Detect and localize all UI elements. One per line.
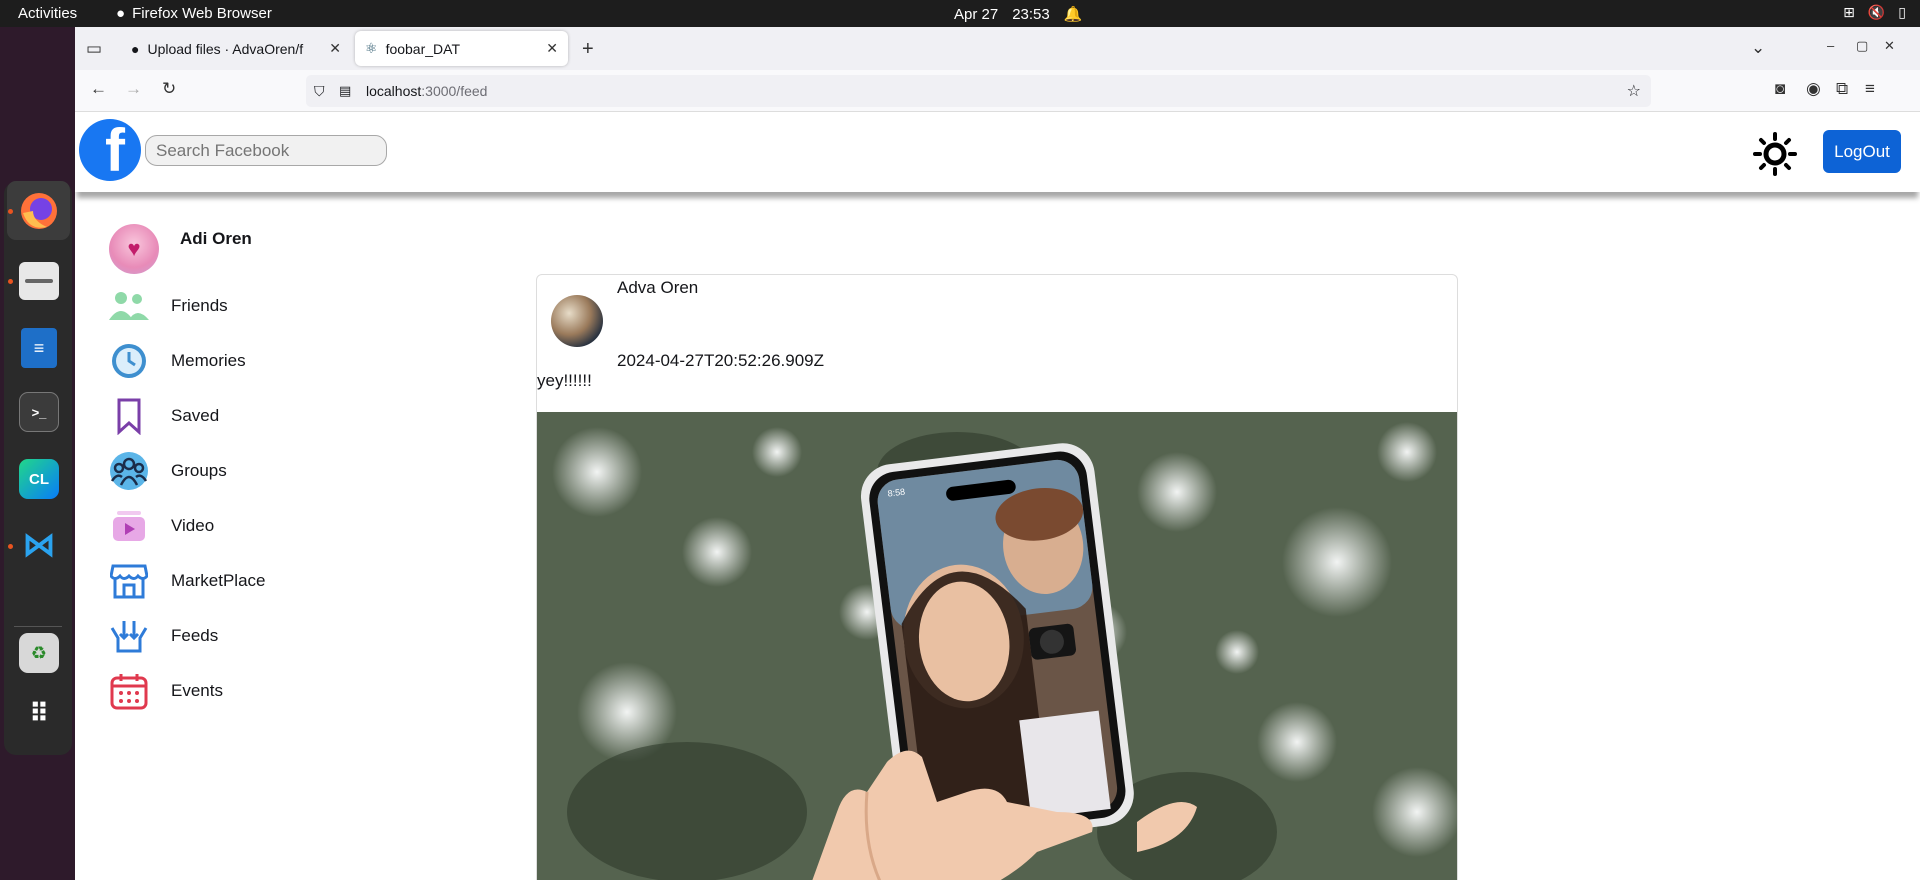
sidebar-item-feeds[interactable]: Feeds: [109, 616, 218, 656]
files-icon[interactable]: [19, 262, 59, 300]
menu-icon[interactable]: ≡: [1865, 79, 1875, 99]
dock-separator: [14, 626, 62, 627]
back-icon[interactable]: ←: [90, 79, 107, 99]
shield-icon: ⛉: [314, 82, 325, 99]
close-window-icon[interactable]: ✕: [1884, 38, 1895, 54]
react-icon: ⚛: [365, 40, 378, 56]
tab-upload-files[interactable]: ● Upload files · AdvaOren/f ✕: [121, 31, 351, 66]
system-top-bar: Activities ● Firefox Web Browser Apr 27 …: [0, 0, 1920, 27]
activities-button[interactable]: Activities: [18, 5, 77, 22]
close-tab-icon[interactable]: ✕: [329, 40, 341, 57]
extensions-icon[interactable]: ⧉: [1836, 79, 1848, 99]
phone-status-time: 8:58: [887, 487, 906, 499]
new-tab-icon[interactable]: +: [582, 38, 594, 61]
show-apps-icon[interactable]: ⠿: [19, 693, 59, 733]
friends-icon: [109, 286, 149, 326]
forward-icon[interactable]: →: [125, 79, 142, 99]
tab-label: foobar_DAT: [385, 40, 461, 57]
clock-icon: [109, 341, 149, 381]
tab-label: Upload files · AdvaOren/f: [147, 40, 304, 57]
search-input[interactable]: [145, 135, 387, 166]
post-date: 2024-04-27T20:52:26.909Z: [617, 351, 824, 370]
logout-button[interactable]: LogOut: [1823, 130, 1901, 173]
sidebar-item-label: MarketPlace: [171, 571, 266, 590]
clock[interactable]: Apr 27 23:53 🔔: [954, 5, 1083, 24]
trash-icon[interactable]: ♻: [19, 633, 59, 673]
groups-icon: [109, 451, 149, 491]
bookmark-star-icon[interactable]: ☆: [1627, 81, 1641, 101]
sidebar-item-memories[interactable]: Memories: [109, 341, 246, 381]
tab-strip: ▭ ● Upload files · AdvaOren/f ✕ ⚛ foobar…: [75, 27, 1920, 70]
sidebar-item-label: Groups: [171, 461, 227, 480]
system-tray[interactable]: ⊞ 🔇 ▯: [1843, 4, 1906, 21]
account-icon[interactable]: ◉: [1806, 79, 1821, 99]
sidebar-item-label: Friends: [171, 296, 228, 315]
sidebar-item-video[interactable]: Video: [109, 506, 214, 546]
clock-time: 23:53: [1012, 5, 1050, 23]
video-icon: [109, 506, 149, 546]
feeds-icon: [109, 616, 149, 656]
volume-icon: 🔇: [1867, 4, 1886, 20]
web-page: f LogOut ♥ Adi Oren Friends: [75, 112, 1920, 880]
github-icon: ●: [131, 40, 140, 57]
sidebar-item-events[interactable]: Events: [109, 671, 223, 711]
url-path: :3000/feed: [421, 83, 488, 99]
tab-overview-icon[interactable]: ▭: [86, 39, 102, 59]
sidebar-item-friends[interactable]: Friends: [109, 286, 228, 326]
sidebar-item-label: Memories: [171, 351, 246, 370]
post-text: yey!!!!!!: [537, 371, 592, 390]
terminal-icon[interactable]: >_: [19, 392, 59, 432]
post-author-avatar[interactable]: [551, 295, 603, 347]
pocket-icon[interactable]: ◙: [1775, 79, 1785, 99]
user-name: Adi Oren: [180, 229, 252, 248]
tab-foobar-dat[interactable]: ⚛ foobar_DAT ✕: [355, 31, 568, 66]
post-photo: 8:58: [537, 412, 1457, 880]
bookmark-icon: [109, 396, 149, 436]
calendar-icon: [109, 671, 149, 711]
sidebar-item-label: Feeds: [171, 626, 219, 645]
vscode-icon[interactable]: ⋈: [19, 525, 59, 565]
browser-window: ▭ ● Upload files · AdvaOren/f ✕ ⚛ foobar…: [75, 27, 1920, 880]
dock: ≡ >_ CL ⋈ ♻ ⠿: [0, 27, 75, 880]
sidebar-item-label: Video: [171, 516, 215, 535]
sidebar-item-groups[interactable]: Groups: [109, 451, 227, 491]
url-bar[interactable]: ⛉ ▤ localhost:3000/feed ☆: [306, 75, 1651, 107]
minimize-icon[interactable]: –: [1827, 38, 1834, 53]
app-menu[interactable]: ● Firefox Web Browser: [116, 5, 272, 22]
post-author-name[interactable]: Adva Oren: [617, 278, 698, 298]
url-host: localhost: [366, 83, 422, 99]
battery-icon: ▯: [1898, 4, 1906, 20]
close-tab-icon[interactable]: ✕: [546, 40, 558, 57]
feed-post: Adva Oren 2024-04-27T20:52:26.909Z yey!!…: [536, 274, 1458, 880]
firefox-small-icon: ●: [116, 5, 126, 22]
user-avatar: ♥: [109, 224, 159, 274]
site-header: f LogOut: [75, 112, 1920, 192]
writer-icon[interactable]: ≡: [21, 328, 57, 368]
firefox-icon[interactable]: [7, 181, 70, 240]
list-tabs-icon[interactable]: ⌄: [1751, 38, 1765, 58]
network-icon: ⊞: [1843, 4, 1855, 20]
sidebar-item-saved[interactable]: Saved: [109, 396, 219, 436]
clock-date: Apr 27: [954, 5, 999, 23]
notification-bell-icon: 🔔: [1063, 6, 1083, 23]
theme-toggle-sun-icon[interactable]: [1753, 132, 1797, 176]
sidebar-item-label: Saved: [171, 406, 220, 425]
app-name: Firefox Web Browser: [132, 5, 272, 22]
clion-icon[interactable]: CL: [19, 459, 59, 499]
sidebar-item-marketplace[interactable]: MarketPlace: [109, 561, 265, 601]
facebook-logo[interactable]: f: [79, 119, 141, 181]
sidebar-user[interactable]: ♥ Adi Oren: [109, 224, 252, 274]
page-info-icon: ▤: [339, 83, 352, 98]
sidebar-item-label: Events: [171, 681, 223, 700]
nav-toolbar: ← → ↻ ⛉ ▤ localhost:3000/feed ☆ ◙ ◉ ⧉ ≡: [75, 70, 1920, 112]
store-icon: [109, 561, 149, 601]
post-image[interactable]: 8:58: [537, 412, 1457, 880]
logo-letter: f: [105, 119, 125, 181]
reload-icon[interactable]: ↻: [162, 79, 176, 99]
maximize-icon[interactable]: ▢: [1856, 38, 1868, 54]
